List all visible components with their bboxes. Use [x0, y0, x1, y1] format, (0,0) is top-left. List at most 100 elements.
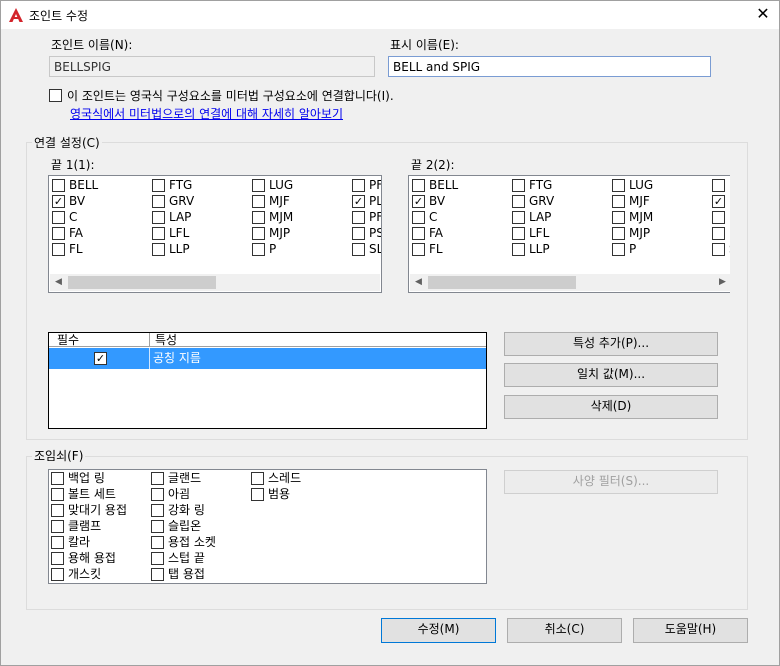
item-checkbox[interactable]: [151, 536, 164, 549]
item-checkbox[interactable]: [412, 243, 425, 256]
item-checkbox[interactable]: [712, 227, 725, 240]
item-checkbox[interactable]: [612, 227, 625, 240]
add-property-button[interactable]: 특성 추가(P)...: [504, 332, 718, 356]
item-checkbox[interactable]: [152, 227, 165, 240]
item-checkbox[interactable]: [151, 520, 164, 533]
item-checkbox[interactable]: [51, 520, 64, 533]
item-checkbox[interactable]: [151, 568, 164, 581]
item-checkbox[interactable]: [152, 179, 165, 192]
end1-scrollbar[interactable]: ◀: [50, 274, 380, 291]
spec-filter-button[interactable]: 사양 필터(S)...: [504, 470, 718, 494]
item-checkbox[interactable]: [612, 179, 625, 192]
item-checkbox[interactable]: [252, 179, 265, 192]
item-checkbox[interactable]: [151, 472, 164, 485]
item-checkbox[interactable]: [51, 504, 64, 517]
required-checkbox[interactable]: ✓: [94, 352, 107, 365]
item-checkbox[interactable]: [51, 488, 64, 501]
item-label: 개스킷: [68, 567, 102, 581]
display-name-input[interactable]: BELL and SPIG: [388, 56, 711, 77]
table-row[interactable]: ✓ 공칭 지름: [49, 348, 486, 369]
end2-scrollbar[interactable]: ◀ ▶: [410, 274, 730, 291]
item-label: I: [729, 209, 730, 225]
item-checkbox[interactable]: [252, 211, 265, 224]
scrollbar-thumb[interactable]: [428, 276, 576, 289]
learn-more-link[interactable]: 영국식에서 미터법으로의 연결에 대해 자세히 알아보기: [70, 105, 343, 122]
item-checkbox[interactable]: [412, 211, 425, 224]
item-checkbox[interactable]: ✓: [52, 195, 65, 208]
item-checkbox[interactable]: [352, 211, 365, 224]
item-checkbox[interactable]: [152, 195, 165, 208]
autocad-logo-icon: [9, 8, 23, 22]
item-checkbox[interactable]: [52, 179, 65, 192]
connect-imperial-metric-checkbox[interactable]: [49, 89, 62, 102]
item-checkbox[interactable]: [712, 211, 725, 224]
item-checkbox[interactable]: [152, 243, 165, 256]
scroll-left-icon[interactable]: ◀: [410, 274, 427, 291]
item-checkbox[interactable]: [352, 243, 365, 256]
item-checkbox[interactable]: [151, 488, 164, 501]
item-checkbox[interactable]: [151, 552, 164, 565]
joint-name-label: 조인트 이름(N):: [51, 38, 133, 52]
scroll-left-icon[interactable]: ◀: [50, 274, 67, 291]
item-checkbox[interactable]: [52, 243, 65, 256]
close-icon[interactable]: ✕: [749, 3, 777, 25]
item-checkbox[interactable]: [352, 227, 365, 240]
item-checkbox[interactable]: [51, 472, 64, 485]
grid-header: 필수 특성: [49, 333, 486, 347]
item-checkbox[interactable]: [512, 211, 525, 224]
joint-name-field: BELLSPIG: [49, 56, 375, 77]
item-label: I: [729, 193, 730, 209]
item-label: FL: [69, 242, 83, 256]
item-checkbox[interactable]: [252, 195, 265, 208]
item-label: PF: [369, 178, 382, 192]
item-checkbox[interactable]: ✓: [352, 195, 365, 208]
item-label: 글랜드: [168, 471, 202, 485]
item-checkbox[interactable]: [512, 195, 525, 208]
item-checkbox[interactable]: [151, 504, 164, 517]
item-checkbox[interactable]: [612, 195, 625, 208]
item-checkbox[interactable]: [51, 568, 64, 581]
item-checkbox[interactable]: ✓: [412, 195, 425, 208]
item-label: 맞대기 용접: [68, 503, 128, 517]
item-checkbox[interactable]: [51, 536, 64, 549]
item-checkbox[interactable]: [251, 472, 264, 485]
scrollbar-thumb[interactable]: [68, 276, 216, 289]
ok-button[interactable]: 수정(M): [381, 618, 496, 643]
item-label: LUG: [269, 178, 294, 192]
title-bar: 조인트 수정 ✕: [1, 1, 779, 29]
item-checkbox[interactable]: [251, 488, 264, 501]
item-checkbox[interactable]: [52, 227, 65, 240]
item-label: C: [69, 210, 78, 224]
item-label: I: [729, 177, 730, 193]
item-label: 스텁 끝: [168, 551, 205, 565]
item-checkbox[interactable]: [412, 179, 425, 192]
item-checkbox[interactable]: [412, 227, 425, 240]
item-label: LAP: [529, 210, 552, 224]
item-checkbox[interactable]: [252, 227, 265, 240]
item-label: 용해 용접: [68, 551, 116, 565]
item-checkbox[interactable]: [712, 179, 725, 192]
item-checkbox[interactable]: [51, 552, 64, 565]
item-checkbox[interactable]: [252, 243, 265, 256]
item-label: BV: [429, 194, 446, 208]
item-checkbox[interactable]: [512, 243, 525, 256]
item-label: 범용: [268, 487, 291, 501]
scroll-right-icon[interactable]: ▶: [714, 274, 730, 291]
item-checkbox[interactable]: [512, 227, 525, 240]
item-checkbox[interactable]: [512, 179, 525, 192]
item-checkbox[interactable]: [352, 179, 365, 192]
item-checkbox[interactable]: [152, 211, 165, 224]
item-checkbox[interactable]: [712, 243, 725, 256]
item-checkbox[interactable]: [612, 211, 625, 224]
item-checkbox[interactable]: ✓: [712, 195, 725, 208]
item-checkbox[interactable]: [612, 243, 625, 256]
item-label: MJF: [629, 194, 650, 208]
item-label: FTG: [169, 178, 193, 192]
item-checkbox[interactable]: [52, 211, 65, 224]
cancel-button[interactable]: 취소(C): [507, 618, 622, 643]
item-label: LLP: [169, 242, 190, 256]
item-label: FTG: [529, 178, 553, 192]
help-button[interactable]: 도움말(H): [633, 618, 748, 643]
delete-button[interactable]: 삭제(D): [504, 395, 718, 419]
match-values-button[interactable]: 일치 값(M)...: [504, 363, 718, 387]
